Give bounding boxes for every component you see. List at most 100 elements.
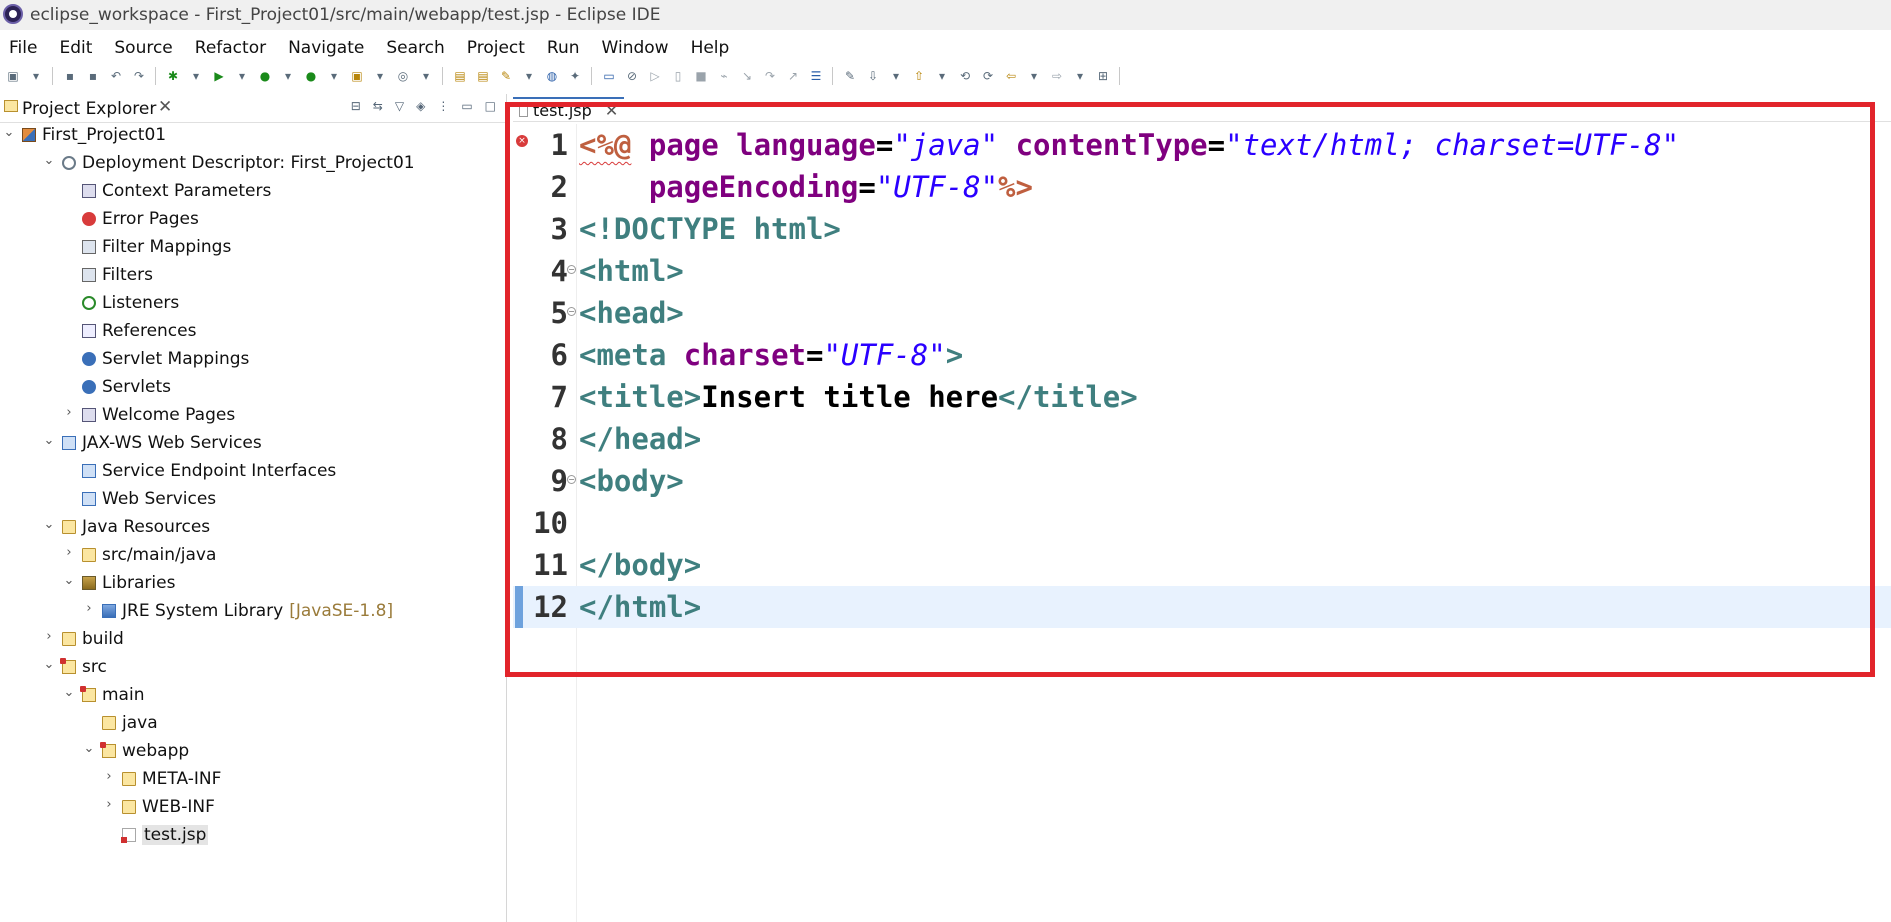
dropdown-icon[interactable]: ▾ (1027, 69, 1041, 83)
tree-item[interactable]: › Welcome Pages (0, 402, 506, 430)
tree-item[interactable]: › META-INF (0, 766, 506, 794)
new-server-icon[interactable]: ▣ (350, 69, 364, 83)
suspend-icon[interactable]: ▯ (671, 69, 685, 83)
close-icon[interactable]: ✕ (158, 97, 172, 117)
terminate-icon[interactable]: ■ (694, 69, 708, 83)
tree-item[interactable]: Filters (0, 262, 506, 290)
annotation-icon[interactable]: ☰ (809, 69, 823, 83)
menu-file[interactable]: File (9, 38, 37, 58)
tree-item[interactable]: Error Pages (0, 206, 506, 234)
chevron-right-icon[interactable]: › (82, 601, 96, 616)
mark-occurrences-icon[interactable]: ✎ (843, 69, 857, 83)
menu-window[interactable]: Window (602, 38, 669, 58)
menu-run[interactable]: Run (547, 38, 580, 58)
tree-item[interactable]: ⌄ main (0, 682, 506, 710)
external-tools-icon[interactable]: ● (304, 69, 318, 83)
chevron-down-icon[interactable]: ⌄ (42, 153, 56, 168)
tree-item[interactable]: ⌄ src (0, 654, 506, 682)
tree-item[interactable]: ⌄ webapp (0, 738, 506, 766)
tree-item[interactable]: ⌄ Java Resources (0, 514, 506, 542)
forward-icon[interactable]: ⟳ (981, 69, 995, 83)
previous-annotation-icon[interactable]: ⇧ (912, 69, 926, 83)
code-line[interactable]: × 1 <%@ page language="java" contentType="… (513, 124, 1891, 166)
monitor-icon[interactable]: ▭ (602, 69, 616, 83)
code-line[interactable]: 10 (513, 502, 1891, 544)
dropdown-icon[interactable]: ▾ (235, 69, 249, 83)
project-explorer-tab[interactable]: Project Explorer ✕ ⊟ ⇆ ▽ ◈ ⋮ ▭ □ (0, 94, 506, 123)
menu-project[interactable]: Project (467, 38, 525, 58)
chevron-right-icon[interactable]: › (102, 769, 116, 784)
dropdown-icon[interactable]: ▾ (327, 69, 341, 83)
chevron-down-icon[interactable]: ⌄ (62, 573, 76, 588)
tree-item[interactable]: ⌄ JAX-WS Web Services (0, 430, 506, 458)
code-line[interactable]: 12 </html> (513, 586, 1891, 628)
menu-source[interactable]: Source (114, 38, 172, 58)
search-icon[interactable]: ✎ (499, 69, 513, 83)
tree-item[interactable]: Listeners (0, 290, 506, 318)
code-line[interactable]: 3 <!DOCTYPE html> (513, 208, 1891, 250)
menu-search[interactable]: Search (386, 38, 444, 58)
debug-icon[interactable]: ✱ (166, 69, 180, 83)
dropdown-icon[interactable]: ▾ (1073, 69, 1087, 83)
link-with-editor-icon[interactable]: ⇆ (373, 99, 383, 113)
menu-navigate[interactable]: Navigate (288, 38, 364, 58)
code-line[interactable]: 7 <title>Insert title here</title> (513, 376, 1891, 418)
tree-item[interactable]: ⌄ Deployment Descriptor: First_Project01 (0, 150, 506, 178)
chevron-down-icon[interactable]: ⌄ (42, 433, 56, 448)
new-icon[interactable]: ▣ (6, 69, 20, 83)
redo-icon[interactable]: ↷ (132, 69, 146, 83)
tree-item[interactable]: java (0, 710, 506, 738)
code-line[interactable]: 2 pageEncoding="UTF-8"%> (513, 166, 1891, 208)
tree-item[interactable]: › WEB-INF (0, 794, 506, 822)
tree-item[interactable]: Context Parameters (0, 178, 506, 206)
tree-item[interactable]: test.jsp (0, 822, 506, 850)
dropdown-icon[interactable]: ▾ (373, 69, 387, 83)
dropdown-icon[interactable]: ▾ (29, 69, 43, 83)
open-type-icon[interactable]: ▤ (453, 69, 467, 83)
forward-history-icon[interactable]: ⇨ (1050, 69, 1064, 83)
focus-icon[interactable]: ◈ (416, 99, 425, 113)
tree-item[interactable]: Servlet Mappings (0, 346, 506, 374)
chevron-down-icon[interactable]: ⌄ (2, 125, 16, 140)
save-all-icon[interactable]: ▪ (86, 69, 100, 83)
tree-item[interactable]: Servlets (0, 374, 506, 402)
tree-item[interactable]: Filter Mappings (0, 234, 506, 262)
code-line[interactable]: 8 </head> (513, 418, 1891, 460)
dropdown-icon[interactable]: ▾ (522, 69, 536, 83)
tree-item[interactable]: ⌄ First_Project01 (0, 122, 506, 150)
minimize-icon[interactable]: ▭ (461, 99, 472, 113)
chevron-down-icon[interactable]: ⌄ (82, 741, 96, 756)
menu-refactor[interactable]: Refactor (195, 38, 266, 58)
dropdown-icon[interactable]: ▾ (419, 69, 433, 83)
tree-item[interactable]: › src/main/java (0, 542, 506, 570)
new-web-service-icon[interactable]: ◎ (396, 69, 410, 83)
skip-breakpoints-icon[interactable]: ⊘ (625, 69, 639, 83)
editor-tab-test-jsp[interactable]: test.jsp ✕ (513, 97, 625, 122)
chevron-right-icon[interactable]: › (42, 629, 56, 644)
chevron-right-icon[interactable]: › (102, 797, 116, 812)
open-task-icon[interactable]: ▤ (476, 69, 490, 83)
code-editor[interactable]: × 1 <%@ page language="java" contentType="… (513, 124, 1891, 922)
fold-toggle-icon[interactable]: − (567, 265, 576, 274)
code-line[interactable]: 11 </body> (513, 544, 1891, 586)
dropdown-icon[interactable]: ▾ (281, 69, 295, 83)
chevron-down-icon[interactable]: ⌄ (42, 517, 56, 532)
fold-toggle-icon[interactable]: − (567, 475, 576, 484)
undo-icon[interactable]: ↶ (109, 69, 123, 83)
code-line[interactable]: 9− <body> (513, 460, 1891, 502)
dropdown-icon[interactable]: ▾ (889, 69, 903, 83)
chevron-down-icon[interactable]: ⌄ (42, 657, 56, 672)
chevron-right-icon[interactable]: › (62, 405, 76, 420)
open-perspective-icon[interactable]: ⊞ (1096, 69, 1110, 83)
chevron-down-icon[interactable]: ⌄ (62, 685, 76, 700)
next-annotation-icon[interactable]: ⇩ (866, 69, 880, 83)
dropdown-icon[interactable]: ▾ (935, 69, 949, 83)
tree-item[interactable]: › build (0, 626, 506, 654)
menu-edit[interactable]: Edit (59, 38, 92, 58)
close-icon[interactable]: ✕ (605, 101, 618, 120)
menu-help[interactable]: Help (691, 38, 730, 58)
globe-icon[interactable]: ◍ (545, 69, 559, 83)
tree-item[interactable]: Web Services (0, 486, 506, 514)
resume-icon[interactable]: ▷ (648, 69, 662, 83)
back-icon[interactable]: ⟲ (958, 69, 972, 83)
